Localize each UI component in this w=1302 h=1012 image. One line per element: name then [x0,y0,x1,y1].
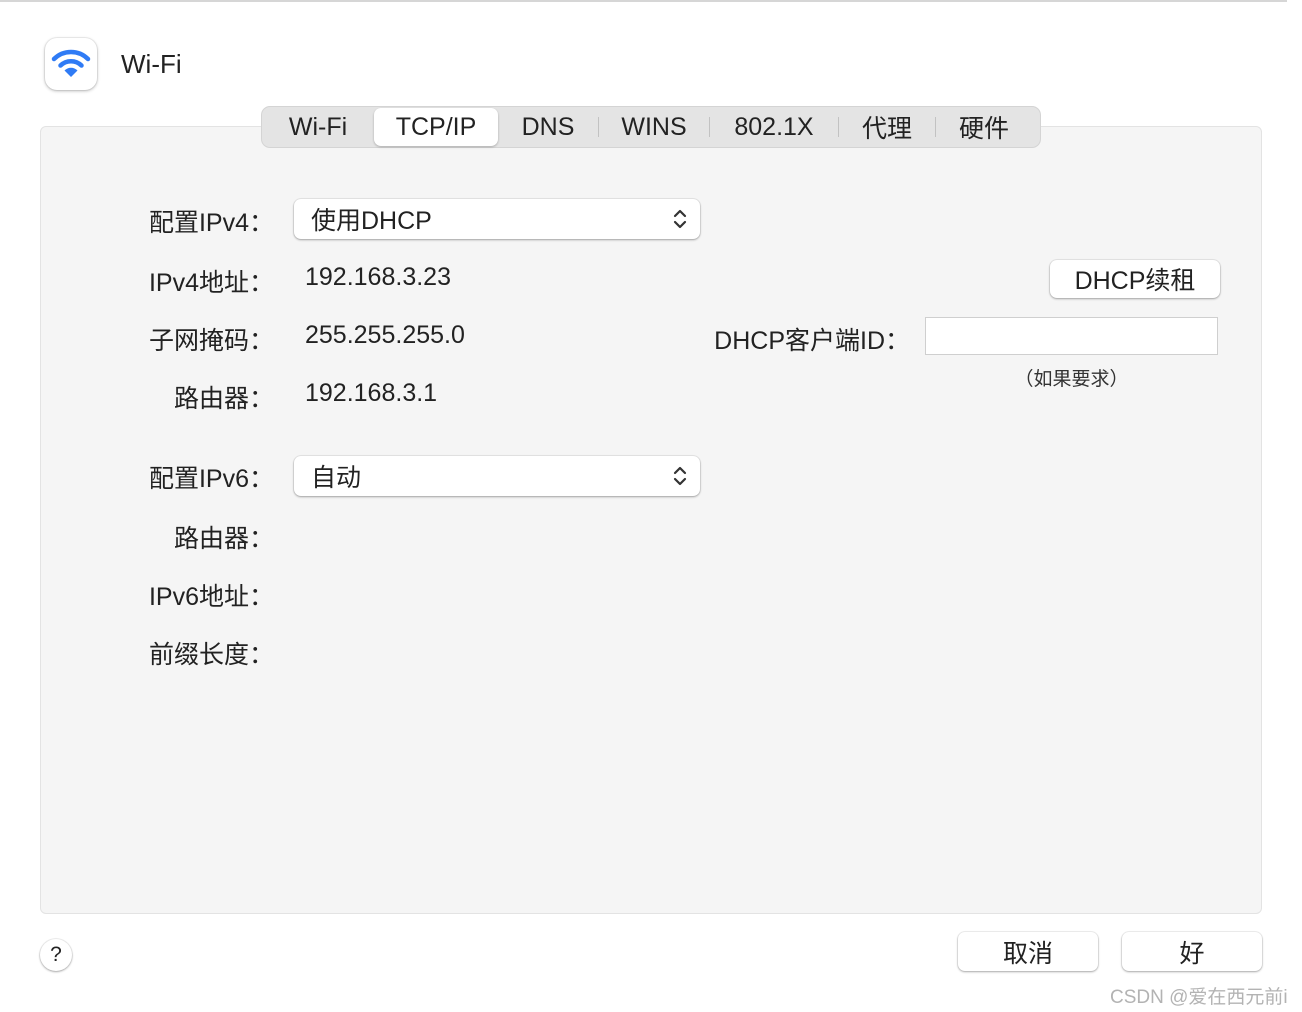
ipv4-router-value: 192.168.3.1 [305,379,438,407]
ipv4-address-value: 192.168.3.23 [305,263,451,291]
cancel-button[interactable]: 取消 [958,932,1098,971]
ipv6-address-label: IPv6地址： [148,583,274,611]
dhcp-client-id-field[interactable] [925,317,1218,355]
up-down-chevron-icon [673,209,687,229]
tab-dns[interactable]: DNS [498,108,598,146]
ipv6-router-label: 路由器： [173,525,274,553]
ok-button[interactable]: 好 [1122,932,1262,971]
dhcp-renew-button[interactable]: DHCP续租 [1050,260,1220,298]
help-button[interactable]: ? [40,939,72,971]
up-down-chevron-icon [673,466,687,486]
dhcp-client-id-hint: （如果要求） [1014,369,1129,390]
tab-bar: Wi-Fi TCP/IP DNS WINS 802.1X 代理 硬件 [261,106,1041,148]
prefix-length-label: 前缀长度： [148,641,274,669]
wifi-icon [45,38,97,90]
window-title: Wi-Fi [121,49,182,79]
tab-proxies[interactable]: 代理 [839,108,935,146]
configure-ipv6-popup[interactable]: 自动 [294,456,700,496]
configure-ipv4-label: 配置IPv4： [148,209,274,237]
tab-wins[interactable]: WINS [599,108,709,146]
configure-ipv4-value: 使用DHCP [311,207,432,235]
subnet-mask-label: 子网掩码： [148,327,274,355]
tab-wifi[interactable]: Wi-Fi [262,108,374,146]
configure-ipv6-label: 配置IPv6： [148,465,274,493]
configure-ipv6-value: 自动 [311,464,362,492]
ipv4-router-label: 路由器： [173,385,274,413]
tab-8021x[interactable]: 802.1X [710,108,838,146]
window-top-edge [0,0,1287,2]
tab-hardware[interactable]: 硬件 [936,108,1032,146]
dhcp-client-id-label: DHCP客户端ID： [714,327,910,355]
subnet-mask-value: 255.255.255.0 [305,321,465,349]
ipv4-address-label: IPv4地址： [148,269,274,297]
configure-ipv4-popup[interactable]: 使用DHCP [294,199,700,239]
tab-tcpip[interactable]: TCP/IP [374,108,498,146]
watermark: CSDN @爱在西元前i [1110,987,1288,1008]
